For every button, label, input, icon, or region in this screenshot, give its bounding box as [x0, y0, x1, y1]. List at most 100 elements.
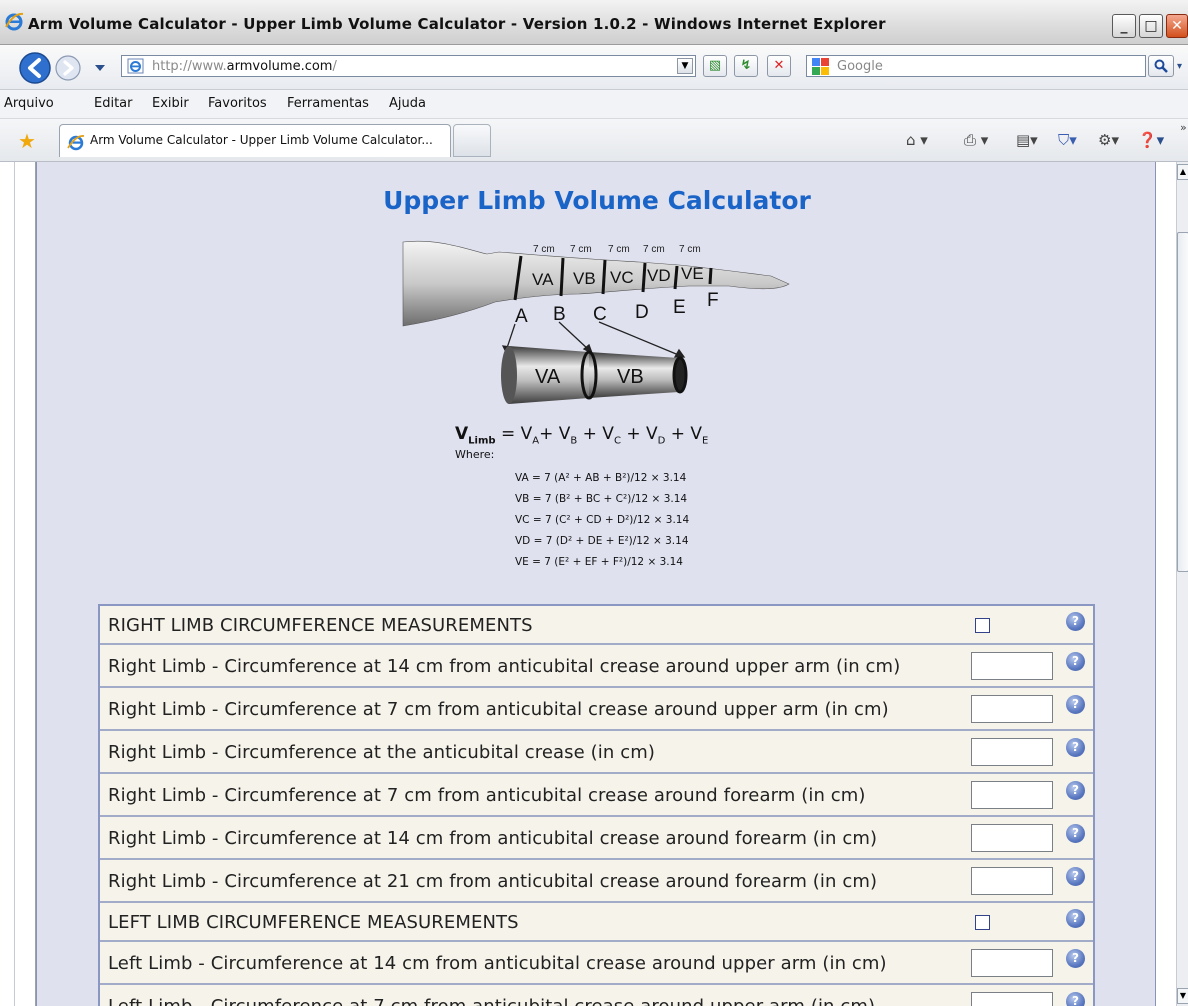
arm-diagram: 7 cm 7 cm 7 cm 7 cm 7 cm VA VB VC VD VE …	[402, 240, 790, 404]
point-label: A	[515, 306, 528, 327]
home-icon[interactable]: ⌂ ▾	[906, 131, 928, 149]
back-icon[interactable]	[18, 51, 52, 85]
scroll-up-icon[interactable]: ▲	[1177, 164, 1188, 180]
right-forearm-7cm-input[interactable]	[971, 781, 1053, 809]
url-domain: armvolume.com	[226, 59, 333, 74]
menu-ferramentas[interactable]: Ferramentas	[287, 96, 369, 111]
page-title: Upper Limb Volume Calculator	[383, 186, 811, 215]
segment-length-label: 7 cm	[533, 244, 555, 255]
equation-b: VB = 7 (B² + BC + C²)/12 × 3.14	[515, 493, 688, 505]
segment-length-labels: 7 cm 7 cm 7 cm 7 cm 7 cm	[533, 244, 701, 255]
menu-ajuda[interactable]: Ajuda	[389, 96, 426, 111]
scroll-down-icon[interactable]: ▼	[1177, 988, 1188, 1004]
table-row: Right Limb - Circumference at 14 cm from…	[100, 817, 1093, 860]
left-frame	[14, 162, 36, 1006]
title-bar: Arm Volume Calculator - Upper Limb Volum…	[0, 0, 1188, 45]
vertical-scrollbar[interactable]: ▲ ▼	[1176, 162, 1188, 1006]
row-label: Right Limb - Circumference at 14 cm from…	[108, 656, 901, 677]
print-icon[interactable]: ⎙ ▾	[964, 131, 988, 149]
row-label: Right Limb - Circumference at 7 cm from …	[108, 785, 866, 806]
chevron-more-icon[interactable]: »	[1180, 121, 1187, 134]
segment-volume-label: VB	[573, 269, 596, 288]
close-button[interactable]: ✕	[1166, 14, 1188, 38]
left-limb-checkbox[interactable]	[975, 915, 990, 930]
cylinder-b-label: VB	[617, 366, 644, 388]
table-row: Right Limb - Circumference at 7 cm from …	[100, 774, 1093, 817]
help-icon[interactable]: ?	[1066, 612, 1085, 631]
equation-e: VE = 7 (E² + EF + F²)/12 × 3.14	[515, 556, 683, 568]
help-icon[interactable]: ?	[1066, 695, 1085, 714]
help-icon[interactable]: ?	[1066, 949, 1085, 968]
window-title: Arm Volume Calculator - Upper Limb Volum…	[28, 15, 886, 33]
tools-icon[interactable]: ⚙▾	[1098, 131, 1119, 149]
menu-editar[interactable]: Editar	[94, 96, 133, 111]
right-forearm-21cm-input[interactable]	[971, 867, 1053, 895]
row-label: Left Limb - Circumference at 7 cm from a…	[108, 996, 875, 1006]
maximize-button[interactable]: □	[1139, 14, 1163, 38]
menu-bar: Arquivo Editar Exibir Favoritos Ferramen…	[0, 90, 1188, 119]
address-toolbar: http://www.armvolume.com/ ▼ ▧ ↯ ✕ Google…	[0, 45, 1188, 90]
left-upper-arm-7cm-input[interactable]	[971, 992, 1053, 1006]
search-icon[interactable]	[1148, 55, 1174, 77]
segment-length-label: 7 cm	[643, 244, 665, 255]
search-placeholder: Google	[837, 59, 883, 74]
favorites-star-icon[interactable]: ★	[18, 129, 36, 153]
help-icon[interactable]: ?	[1066, 867, 1085, 886]
search-input[interactable]: Google	[806, 55, 1146, 77]
cylinder-b-end	[672, 356, 688, 394]
segment-volume-label: VE	[681, 264, 704, 283]
segment-volume-label: VD	[647, 266, 671, 285]
help-icon[interactable]: ?	[1066, 738, 1085, 757]
segment-volume-label: VA	[532, 270, 554, 289]
page-menu-icon[interactable]: ▤▾	[1016, 131, 1038, 149]
compat-icon[interactable]: ▧	[703, 55, 727, 77]
browser-window: Arm Volume Calculator - Upper Limb Volum…	[0, 0, 1188, 1006]
stop-icon[interactable]: ✕	[767, 55, 791, 77]
cylinder-a-label: VA	[535, 366, 561, 388]
tab-label: Arm Volume Calculator - Upper Limb Volum…	[90, 133, 433, 147]
help-icon[interactable]: ?	[1066, 652, 1085, 671]
menu-arquivo[interactable]: Arquivo	[4, 96, 54, 111]
right-forearm-14cm-input[interactable]	[971, 824, 1053, 852]
safety-icon[interactable]: ⛉▾	[1058, 131, 1077, 149]
address-dropdown-button[interactable]: ▼	[677, 58, 693, 74]
minimize-button[interactable]: _	[1112, 14, 1136, 38]
right-upper-arm-7cm-input[interactable]	[971, 695, 1053, 723]
url-text: http://www.armvolume.com/	[152, 59, 337, 74]
table-row: Right Limb - Circumference at 21 cm from…	[100, 860, 1093, 903]
segment-length-label: 7 cm	[679, 244, 701, 255]
equation-a: VA = 7 (A² + AB + B²)/12 × 3.14	[515, 472, 687, 484]
where-label: Where:	[455, 448, 495, 462]
search-options-icon[interactable]: ▾	[1177, 61, 1182, 72]
page-icon	[127, 58, 144, 74]
right-anticubital-crease-input[interactable]	[971, 738, 1053, 766]
refresh-icon[interactable]: ↯	[734, 55, 758, 77]
scroll-thumb[interactable]	[1177, 232, 1188, 572]
dropdown-icon[interactable]	[94, 64, 106, 72]
menu-exibir[interactable]: Exibir	[152, 96, 189, 111]
right-limb-checkbox[interactable]	[975, 618, 990, 633]
help-icon[interactable]: ?	[1066, 909, 1085, 928]
section-heading-right: RIGHT LIMB CIRCUMFERENCE MEASUREMENTS	[108, 615, 533, 636]
right-upper-arm-14cm-input[interactable]	[971, 652, 1053, 680]
segment-length-label: 7 cm	[570, 244, 592, 255]
menu-favoritos[interactable]: Favoritos	[208, 96, 267, 111]
table-row: Right Limb - Circumference at 14 cm from…	[100, 645, 1093, 688]
table-row: Left Limb - Circumference at 7 cm from a…	[100, 985, 1093, 1006]
row-label: Right Limb - Circumference at 21 cm from…	[108, 871, 878, 892]
help-icon[interactable]: ❓▾	[1138, 131, 1164, 149]
address-input[interactable]: http://www.armvolume.com/ ▼	[121, 55, 696, 77]
tab-active[interactable]: Arm Volume Calculator - Upper Limb Volum…	[59, 124, 451, 157]
url-prefix: http://www.	[152, 59, 227, 74]
segment-volume-label: VC	[610, 268, 634, 287]
forward-icon[interactable]	[54, 54, 82, 82]
left-upper-arm-14cm-input[interactable]	[971, 949, 1053, 977]
table-row: RIGHT LIMB CIRCUMFERENCE MEASUREMENTS ?	[100, 606, 1093, 645]
help-icon[interactable]: ?	[1066, 824, 1085, 843]
help-icon[interactable]: ?	[1066, 781, 1085, 800]
row-label: Left Limb - Circumference at 14 cm from …	[108, 953, 887, 974]
new-tab-button[interactable]	[453, 124, 491, 157]
table-row: Right Limb - Circumference at 7 cm from …	[100, 688, 1093, 731]
help-icon[interactable]: ?	[1066, 992, 1085, 1006]
segment-length-label: 7 cm	[608, 244, 630, 255]
